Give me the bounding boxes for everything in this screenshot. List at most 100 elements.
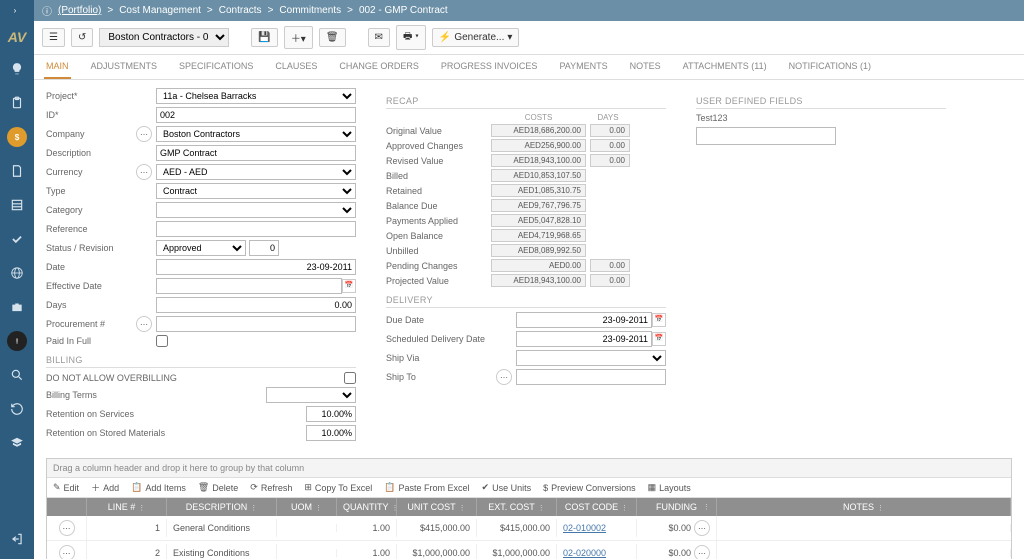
idea-icon[interactable] [7, 59, 27, 79]
currency-lookup[interactable]: ⋯ [136, 164, 152, 180]
grid-layouts-button[interactable]: ▦ Layouts [648, 481, 691, 494]
cost-code-link[interactable]: 02-010002 [563, 523, 606, 533]
id-field[interactable] [156, 107, 356, 123]
document-icon[interactable] [7, 161, 27, 181]
print-button[interactable]: 🖶 ▾ [396, 25, 426, 50]
breadcrumb-cost[interactable]: Cost Management [119, 5, 201, 16]
tab-specifications[interactable]: SPECIFICATIONS [177, 55, 255, 79]
funding-menu-button[interactable]: ⋯ [694, 520, 710, 536]
shipvia-field[interactable] [516, 350, 666, 366]
row-menu-button[interactable]: ⋯ [59, 545, 75, 559]
billterms-field[interactable] [266, 387, 356, 403]
col-uom[interactable]: UOM⋮ [277, 498, 337, 516]
table-row[interactable]: ⋯2Existing Conditions1.00$1,000,000.00$1… [47, 541, 1011, 559]
duedate-field[interactable] [516, 312, 652, 328]
tab-progress-invoices[interactable]: PROGRESS INVOICES [439, 55, 540, 79]
tab-notifications[interactable]: NOTIFICATIONS (1) [787, 55, 873, 79]
paid-checkbox[interactable] [156, 335, 168, 347]
project-label: Project* [46, 91, 136, 101]
reference-field[interactable] [156, 221, 356, 237]
shipto-lookup[interactable]: ⋯ [496, 369, 512, 385]
grid-delete-button[interactable]: 🗑 Delete [198, 481, 238, 494]
scheddate-field[interactable] [516, 331, 652, 347]
tab-adjustments[interactable]: ADJUSTMENTS [89, 55, 160, 79]
delete-button[interactable]: 🗑 [319, 28, 346, 47]
grid-icon[interactable] [7, 195, 27, 215]
calendar-icon[interactable]: 📅 [652, 313, 666, 327]
tab-attachments[interactable]: ATTACHMENTS (11) [681, 55, 769, 79]
overbill-checkbox[interactable] [344, 372, 356, 384]
check-icon[interactable] [7, 229, 27, 249]
type-field[interactable]: Contract [156, 183, 356, 199]
add-button[interactable]: ＋▾ [284, 26, 313, 49]
generate-button[interactable]: ⚡ Generate... ▾ [432, 28, 520, 47]
email-button[interactable]: ✉ [368, 28, 390, 47]
expand-sidebar-icon[interactable]: › [14, 6, 17, 15]
breadcrumb-commitments[interactable]: Commitments [279, 5, 341, 16]
proc-field[interactable] [156, 316, 356, 332]
category-field[interactable] [156, 202, 356, 218]
project-field[interactable]: 11a - Chelsea Barracks [156, 88, 356, 104]
record-selector[interactable]: Boston Contractors - 002 - GMP Con [99, 28, 229, 47]
calendar-icon[interactable]: 📅 [342, 279, 356, 293]
calendar-icon[interactable]: 📅 [652, 332, 666, 346]
grid-refresh-button[interactable]: ⟳ Refresh [250, 481, 292, 494]
col-fund[interactable]: FUNDING⋮ [637, 498, 717, 516]
col-cc[interactable]: COST CODE⋮ [557, 498, 637, 516]
row-menu-button[interactable]: ⋯ [59, 520, 75, 536]
shipto-field[interactable] [516, 369, 666, 385]
status-field[interactable]: Approved [156, 240, 246, 256]
grid-copyexcel-button[interactable]: ⊞ Copy To Excel [304, 481, 372, 494]
grid-pasteexcel-button[interactable]: 📋 Paste From Excel [384, 481, 469, 494]
desc-field[interactable] [156, 145, 356, 161]
tab-change-orders[interactable]: CHANGE ORDERS [337, 55, 421, 79]
proc-lookup[interactable]: ⋯ [136, 316, 152, 332]
grid-add-button[interactable]: ＋ Add [91, 481, 119, 494]
grid-additems-button[interactable]: 📋 Add Items [131, 481, 186, 494]
logout-icon[interactable] [7, 529, 27, 549]
udf-field1[interactable] [696, 127, 836, 145]
cost-code-link[interactable]: 02-020000 [563, 548, 606, 558]
info-circle-icon[interactable]: ⓘ [42, 3, 52, 18]
retsvc-field[interactable] [306, 406, 356, 422]
col-desc[interactable]: DESCRIPTION⋮ [167, 498, 277, 516]
save-button[interactable]: 💾 [251, 28, 277, 47]
effdate-field[interactable] [156, 278, 342, 294]
search-icon[interactable] [7, 365, 27, 385]
currency-field[interactable]: AED - AED [156, 164, 356, 180]
tab-notes[interactable]: NOTES [628, 55, 663, 79]
col-qty[interactable]: QUANTITY⋮ [337, 498, 397, 516]
table-row[interactable]: ⋯1General Conditions1.00$415,000.00$415,… [47, 516, 1011, 541]
briefcase-icon[interactable] [7, 297, 27, 317]
clipboard-icon[interactable] [7, 93, 27, 113]
company-field[interactable]: Boston Contractors [156, 126, 356, 142]
grid-preview-button[interactable]: $ Preview Conversions [543, 481, 636, 494]
company-lookup[interactable]: ⋯ [136, 126, 152, 142]
col-notes[interactable]: NOTES⋮ [717, 498, 1011, 516]
date-field[interactable] [156, 259, 356, 275]
menu-button[interactable]: ☰ [42, 28, 65, 47]
info-icon[interactable]: ! [7, 331, 27, 351]
grid-units-button[interactable]: ✔ Use Units [482, 481, 532, 494]
tab-payments[interactable]: PAYMENTS [557, 55, 609, 79]
breadcrumb-contracts[interactable]: Contracts [219, 5, 262, 16]
education-icon[interactable] [7, 433, 27, 453]
globe-icon[interactable] [7, 263, 27, 283]
breadcrumb-portfolio[interactable]: (Portfolio) [58, 5, 101, 16]
revision-field[interactable] [249, 240, 279, 256]
days-col-header: DAYS [586, 113, 630, 122]
breadcrumb: ⓘ (Portfolio) > Cost Management > Contra… [34, 0, 1024, 21]
tab-clauses[interactable]: CLAUSES [273, 55, 319, 79]
funding-menu-button[interactable]: ⋯ [694, 545, 710, 559]
retmat-field[interactable] [306, 425, 356, 441]
tab-main[interactable]: MAIN [44, 55, 71, 79]
col-ext[interactable]: EXT. COST⋮ [477, 498, 557, 516]
days-field[interactable] [156, 297, 356, 313]
col-line[interactable]: LINE #⋮ [87, 498, 167, 516]
history-icon[interactable] [7, 399, 27, 419]
group-hint[interactable]: Drag a column header and drop it here to… [47, 459, 1011, 478]
cost-icon[interactable]: $ [7, 127, 27, 147]
grid-edit-button[interactable]: ✎ Edit [53, 481, 79, 494]
col-unit[interactable]: UNIT COST⋮ [397, 498, 477, 516]
history-button[interactable]: ↺ [71, 28, 93, 47]
